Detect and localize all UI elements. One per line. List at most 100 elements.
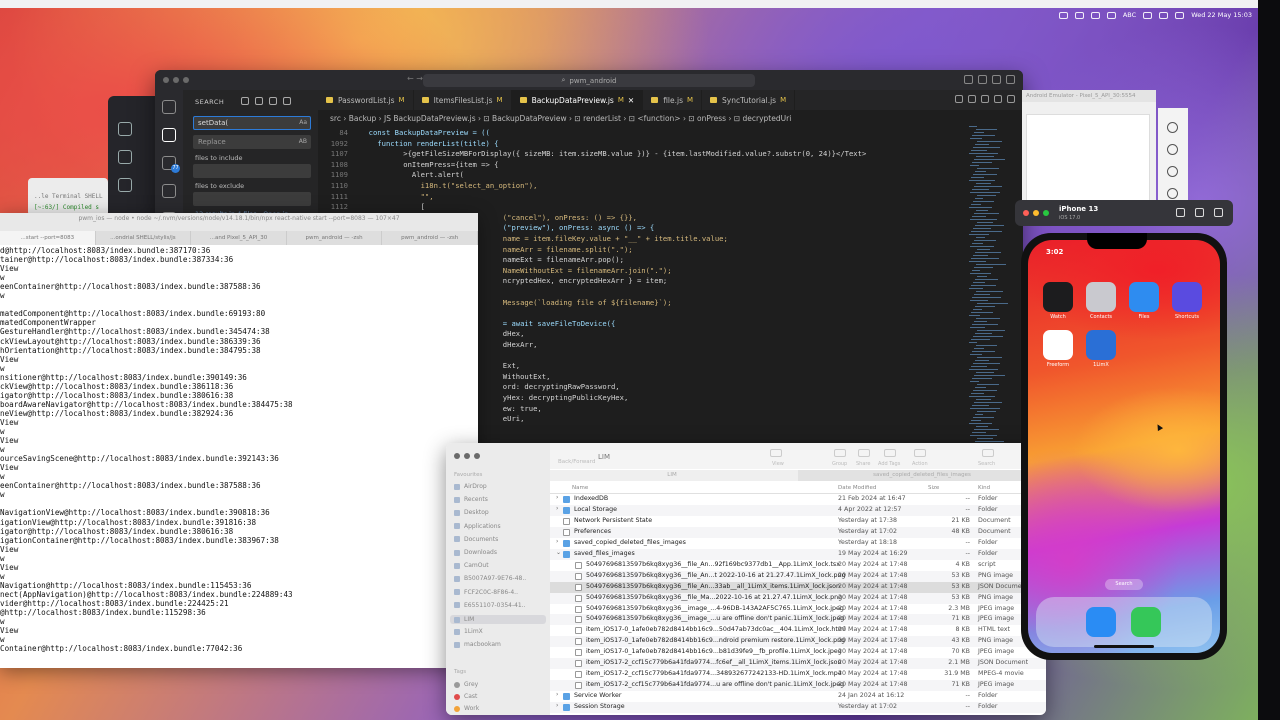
rotate-icon[interactable] <box>1214 208 1223 217</box>
code-line[interactable]: 1107 >{getFileSizeMBForDisplay({ sizeMB:… <box>318 149 867 159</box>
share-icon[interactable] <box>1106 11 1116 19</box>
search-tools[interactable] <box>241 97 291 105</box>
clear-results-icon[interactable] <box>255 97 263 105</box>
terminal-tab[interactable]: ...and Pixel_5_API_30 <box>191 231 287 245</box>
sidebar-tag[interactable]: Grey <box>454 681 478 688</box>
volume-down-icon[interactable] <box>1167 166 1178 177</box>
minimap[interactable] <box>965 126 1015 460</box>
sidebar-item[interactable]: Desktop <box>454 509 489 516</box>
terminal-window[interactable]: pwm_ios — node • node ~/.nvm/versions/no… <box>0 213 478 668</box>
emulator-screen[interactable] <box>1026 114 1150 214</box>
zoom-button[interactable] <box>474 453 480 459</box>
code-line[interactable]: 1109 Alert.alert( <box>318 170 464 180</box>
view-icon[interactable] <box>770 449 782 457</box>
iphone-simulator[interactable]: 3:02 Watch Contacts Files Shortcuts Freeform… <box>1021 233 1227 660</box>
simulator-tools[interactable] <box>1176 208 1223 217</box>
simulator-toolbar[interactable]: iPhone 13 iOS 17.0 <box>1015 200 1233 226</box>
table-row[interactable]: Preferences Yesterday at 17:02 48 KB Docume… <box>550 526 1046 538</box>
clock[interactable]: Wed 22 May 15:03 <box>1191 11 1252 19</box>
tab-file[interactable]: file.js M <box>643 90 703 110</box>
terminal-title[interactable]: pwm_ios — node • node ~/.nvm/versions/no… <box>0 213 478 231</box>
sidebar-item[interactable]: E6551107-0354-41.. <box>454 602 526 609</box>
terminal-tab[interactable]: ...start --port=8083 <box>0 231 96 245</box>
zoom-button[interactable] <box>1043 210 1049 216</box>
table-row[interactable]: › IndexedDB 21 Feb 2024 at 16:47 -- Folder <box>550 494 1046 505</box>
path-tab-right[interactable]: saved_copied_deleted_files_images <box>798 470 1046 481</box>
files-exclude-input[interactable] <box>193 192 311 206</box>
share-icon[interactable] <box>858 449 870 457</box>
tab-backup-data-preview[interactable]: BackupDataPreview.js M ✕ <box>511 90 644 110</box>
wifi-icon[interactable] <box>1143 11 1153 19</box>
power-icon[interactable] <box>1167 122 1178 133</box>
preserve-case-icon[interactable]: AB <box>299 136 307 148</box>
match-case-icon[interactable]: Aa <box>299 117 307 129</box>
home-indicator[interactable] <box>1094 645 1154 648</box>
table-row[interactable]: item_iOS17-0_1afe0eb782d8414bb16c9...ndr… <box>550 636 1046 648</box>
toggle-secondary-icon[interactable] <box>992 75 1001 84</box>
close-button[interactable] <box>454 453 460 459</box>
sidebar-item[interactable]: AirDrop <box>454 483 487 490</box>
sidebar-item[interactable]: LIM <box>450 615 546 624</box>
shortcuts-app-icon[interactable] <box>1172 282 1202 312</box>
name-column-header[interactable]: Name <box>572 485 588 491</box>
back-forward-arrows-icon[interactable]: ← → <box>407 74 423 83</box>
search-icon[interactable] <box>1159 11 1169 19</box>
volume-up-icon[interactable] <box>1167 144 1178 155</box>
watch-app-icon[interactable] <box>1043 282 1073 312</box>
date-column-header[interactable]: Date Modified <box>838 485 876 491</box>
safari-icon[interactable] <box>1086 607 1116 637</box>
more-actions-icon[interactable] <box>1007 95 1015 103</box>
editor-actions[interactable] <box>955 95 1015 103</box>
table-row[interactable]: item_iOS17-2_ccf15c779b6a41fda9774...u a… <box>550 680 1046 692</box>
control-center-icon[interactable] <box>1175 11 1185 19</box>
tab-items-files-list[interactable]: ItemsFilesList.js M <box>414 90 512 110</box>
table-row[interactable]: item_iOS17-0_1afe0eb782d8414bb16c9...50d… <box>550 625 1046 636</box>
table-row[interactable]: 50497696813597b6kq8xyg36__image_...4-96D… <box>550 604 1046 615</box>
screen-record-icon[interactable] <box>1058 11 1068 19</box>
status-icon[interactable] <box>1090 11 1100 19</box>
code-line[interactable]: 84 const BackupDataPreview = (( <box>318 128 489 138</box>
terminal-tab[interactable]: ...ondrial SHELL/stylis/js <box>96 231 192 245</box>
table-row[interactable]: 50497696813597b6kq8xyg36__file_An...92f1… <box>550 560 1046 571</box>
run-debug-icon[interactable] <box>162 184 176 198</box>
back-forward-label[interactable]: Back/Forward <box>558 459 595 465</box>
sidebar-item[interactable]: macbookam <box>454 641 501 648</box>
table-row[interactable]: item_iOS17-2_ccf15c779b6a41fda9774...fc6… <box>550 658 1046 670</box>
table-row[interactable]: 50497696813597b6kq8xyg36__file_An...t 20… <box>550 570 1046 582</box>
explorer-icon[interactable] <box>162 100 176 114</box>
close-button[interactable] <box>1023 210 1029 216</box>
table-row[interactable]: › Service Worker 24 Jan 2024 at 16:12 -- Fol… <box>550 691 1046 702</box>
table-row[interactable]: › Session Storage Yesterday at 17:02 -- Fold… <box>550 702 1046 714</box>
contacts-app-icon[interactable] <box>1086 282 1116 312</box>
code-line[interactable]: 1092 function renderList(title) { <box>318 139 499 149</box>
minimize-button[interactable] <box>173 77 179 83</box>
freeform-app-icon[interactable] <box>1043 330 1073 360</box>
code-line[interactable]: 1111 "", <box>318 192 434 202</box>
iphone-home-screen[interactable]: 3:02 Watch Contacts Files Shortcuts Freeform… <box>1028 240 1220 653</box>
search-icon[interactable] <box>982 449 994 457</box>
disclosure-triangle-icon[interactable]: › <box>556 538 558 545</box>
table-row[interactable]: 50497696813597b6kq8xyg36__file_Ma...2022… <box>550 592 1046 604</box>
disclosure-triangle-icon[interactable]: › <box>556 494 558 501</box>
window-controls[interactable] <box>1015 210 1049 216</box>
table-row[interactable]: 50497696813597b6kq8xyg36__image_...u are… <box>550 614 1046 626</box>
tab-sync-tutorial[interactable]: SyncTutorial.js M <box>702 90 796 110</box>
keyboard-input[interactable]: ABC <box>1123 11 1136 19</box>
close-tab-icon[interactable]: ✕ <box>628 96 634 105</box>
toggle-panel-icon[interactable] <box>978 75 987 84</box>
table-row[interactable]: › saved_copied_deleted_files_images Yester… <box>550 538 1046 549</box>
terminal-tab[interactable]: pwm_android — -zsh <box>382 231 478 245</box>
disclosure-triangle-icon[interactable]: › <box>556 702 558 709</box>
window-controls[interactable] <box>155 77 189 83</box>
go-back-icon[interactable] <box>968 95 976 103</box>
toggle-sidebar-icon[interactable] <box>964 75 973 84</box>
files-include-input[interactable] <box>193 164 311 178</box>
minimize-button[interactable] <box>1033 210 1039 216</box>
sidebar-item[interactable]: 1LimX <box>454 628 483 635</box>
sidebar-item[interactable]: Documents <box>454 536 498 543</box>
editor-titlebar[interactable]: ← → ⌕ pwm_android <box>155 70 1023 90</box>
screenshot-icon[interactable] <box>1195 208 1204 217</box>
layout-controls[interactable] <box>964 75 1015 84</box>
customize-layout-icon[interactable] <box>1006 75 1015 84</box>
terminal-tab[interactable]: pwm_android — -zsh <box>287 231 383 245</box>
